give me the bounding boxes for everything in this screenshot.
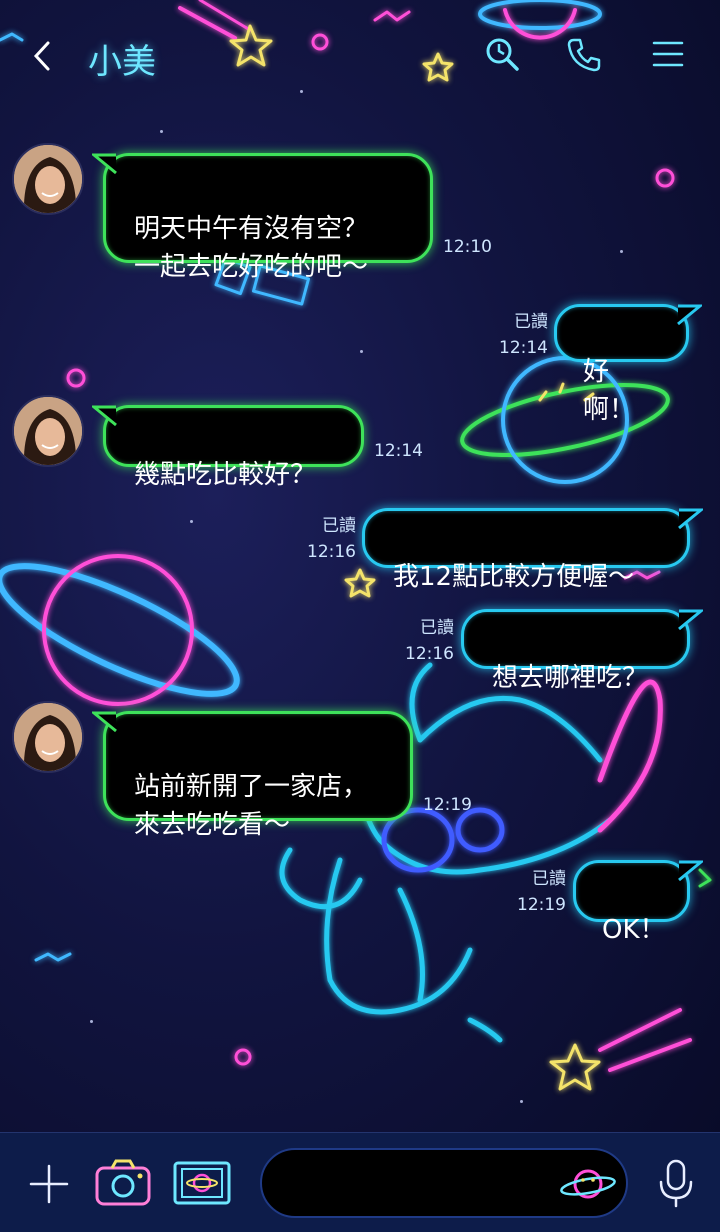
message-text: 明天中午有沒有空？ 一起去吃好吃的吧～ bbox=[134, 214, 369, 282]
message-status: 已讀 12:16 bbox=[302, 513, 356, 565]
chevron-left-icon bbox=[33, 41, 50, 71]
message-text: 想去哪裡吃？ bbox=[492, 663, 649, 693]
message-bubble-outgoing[interactable]: OK！ bbox=[573, 860, 690, 945]
star-decor bbox=[620, 250, 623, 253]
message-bubble-incoming[interactable]: 站前新開了一家店， 來去吃吃看～ bbox=[103, 711, 413, 840]
back-button[interactable] bbox=[22, 36, 62, 76]
message-time: 12:16 bbox=[307, 542, 356, 562]
message-text: OK！ bbox=[602, 915, 666, 945]
chat-title: 小美 bbox=[88, 42, 156, 82]
star-decor bbox=[360, 350, 363, 353]
phone-icon bbox=[567, 38, 601, 72]
message-time: 12:10 bbox=[443, 237, 492, 257]
star-decor bbox=[190, 520, 193, 523]
image-icon bbox=[173, 1161, 231, 1205]
bubble-tail bbox=[92, 405, 117, 427]
menu-icon bbox=[652, 41, 684, 67]
message-bubble-incoming[interactable]: 幾點吃比較好？ bbox=[103, 405, 364, 490]
search-icon bbox=[486, 38, 519, 71]
read-receipt: 已讀 bbox=[420, 618, 454, 638]
camera-button[interactable] bbox=[94, 1157, 152, 1209]
camera-icon bbox=[95, 1159, 151, 1206]
bubble-tail bbox=[678, 860, 703, 882]
message-status: 已讀 12:19 bbox=[512, 866, 566, 918]
chat-header: 小美 bbox=[0, 0, 720, 110]
star-decor bbox=[160, 130, 163, 133]
read-receipt: 已讀 bbox=[322, 516, 356, 536]
search-button[interactable] bbox=[482, 34, 522, 74]
planet-sticker-icon bbox=[560, 1169, 616, 1199]
sticker-button[interactable] bbox=[558, 1163, 618, 1205]
message-status: 已讀 12:14 bbox=[494, 309, 548, 361]
bubble-tail bbox=[92, 711, 117, 733]
message-status: 已讀 12:16 bbox=[400, 615, 454, 667]
read-receipt: 已讀 bbox=[532, 869, 566, 889]
profile-photo bbox=[14, 145, 82, 213]
message-time: 12:14 bbox=[374, 441, 423, 461]
message-time: 12:16 bbox=[405, 644, 454, 664]
add-button[interactable] bbox=[26, 1161, 72, 1207]
message-bubble-outgoing[interactable]: 我12點比較方便喔～ bbox=[362, 508, 690, 592]
menu-button[interactable] bbox=[648, 34, 688, 74]
voice-button[interactable] bbox=[654, 1157, 698, 1209]
avatar[interactable] bbox=[12, 701, 84, 773]
message-text: 好啊！ bbox=[583, 357, 636, 425]
message-bubble-outgoing[interactable]: 想去哪裡吃？ bbox=[461, 609, 690, 693]
call-button[interactable] bbox=[564, 34, 604, 74]
avatar[interactable] bbox=[12, 395, 84, 467]
star-decor bbox=[90, 1020, 93, 1023]
bubble-tail bbox=[678, 609, 703, 631]
bubble-tail bbox=[92, 153, 117, 175]
profile-photo bbox=[14, 703, 82, 771]
message-bubble-outgoing[interactable]: 好啊！ bbox=[554, 304, 689, 425]
message-text: 我12點比較方便喔～ bbox=[393, 562, 635, 592]
microphone-icon bbox=[659, 1159, 693, 1208]
bubble-tail bbox=[678, 508, 703, 530]
star-decor bbox=[520, 1100, 523, 1103]
message-text: 站前新開了一家店， 來去吃吃看～ bbox=[134, 772, 369, 840]
read-receipt: 已讀 bbox=[514, 312, 548, 332]
profile-photo bbox=[14, 397, 82, 465]
composer-bar bbox=[0, 1132, 720, 1232]
bubble-tail bbox=[677, 304, 702, 326]
message-bubble-incoming[interactable]: 明天中午有沒有空？ 一起去吃好吃的吧～ bbox=[103, 153, 433, 282]
plus-icon bbox=[29, 1164, 69, 1204]
gallery-button[interactable] bbox=[172, 1157, 232, 1209]
message-time: 12:19 bbox=[517, 895, 566, 915]
message-time: 12:14 bbox=[499, 338, 548, 358]
message-text: 幾點吃比較好？ bbox=[134, 460, 317, 490]
message-time: 12:19 bbox=[423, 795, 472, 815]
avatar[interactable] bbox=[12, 143, 84, 215]
